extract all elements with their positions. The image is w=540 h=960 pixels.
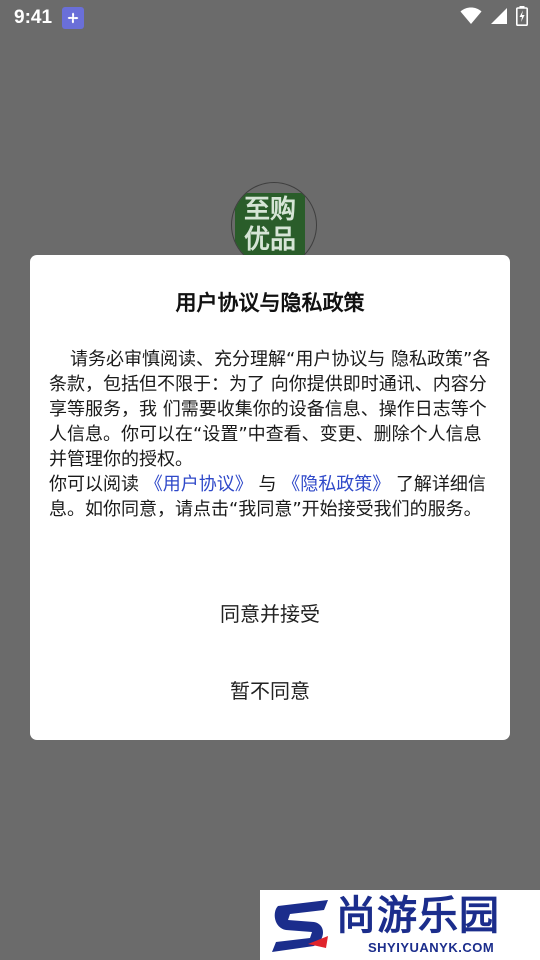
dialog-paragraph-2: 你可以阅读 《用户协议》 与 《隐私政策》 了解详细信息。如你同意，请点击“我同…	[49, 472, 497, 522]
watermark-s-logo-icon	[268, 896, 330, 954]
watermark-title: 尚游乐园	[336, 893, 500, 939]
dialog-title: 用户协议与隐私政策	[175, 291, 365, 315]
paragraph-1-text: 请务必审慎阅读、充分理解“用户协议与 隐私政策”各条款，包括但不限于：为了 向你…	[49, 349, 491, 470]
battery-charging-icon	[516, 6, 528, 30]
wifi-icon	[460, 7, 482, 29]
signal-icon	[490, 7, 508, 29]
logo-text-line2: 优品	[243, 225, 296, 255]
status-left: 9:41	[14, 7, 85, 29]
site-watermark: 尚游乐园 SHYIYUANYK.COM	[260, 890, 540, 960]
dialog-body: 请务必审慎阅读、充分理解“用户协议与 隐私政策”各条款，包括但不限于：为了 向你…	[49, 347, 497, 522]
app-logo-badge: 至购 优品	[235, 193, 305, 257]
user-agreement-link[interactable]: 《用户协议》	[145, 474, 253, 495]
logo-text-line1: 至购	[243, 195, 296, 225]
decline-button[interactable]: 暂不同意	[30, 664, 510, 714]
status-right	[460, 6, 528, 30]
dialog-paragraph-1: 请务必审慎阅读、充分理解“用户协议与 隐私政策”各条款，包括但不限于：为了 向你…	[49, 347, 497, 472]
privacy-policy-link[interactable]: 《隐私政策》	[282, 474, 390, 495]
status-time: 9:41	[14, 7, 53, 28]
paragraph-2-prefix: 你可以阅读	[49, 474, 139, 495]
paragraph-2-and: 与	[258, 474, 277, 495]
privacy-dialog: 用户协议与隐私政策 请务必审慎阅读、充分理解“用户协议与 隐私政策”各条款，包括…	[30, 255, 510, 740]
status-bar: 9:41	[0, 0, 540, 36]
watermark-url: SHYIYUANYK.COM	[368, 940, 495, 955]
fan-notification-icon	[62, 7, 85, 29]
agree-button[interactable]: 同意并接受	[30, 587, 510, 637]
